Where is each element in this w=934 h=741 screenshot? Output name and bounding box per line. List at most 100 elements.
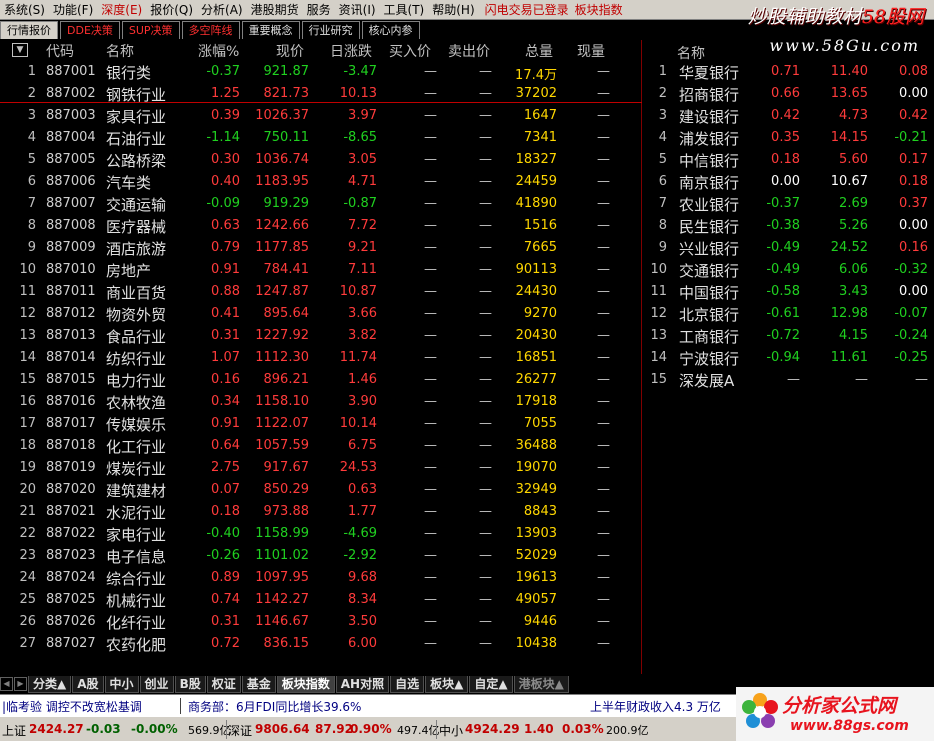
header-current-volume[interactable]: 现量 — [577, 41, 605, 61]
header-day-change[interactable]: 日涨跌 — [330, 41, 372, 61]
constituent-row[interactable]: 11 中国银行 -0.58 3.43 0.00 — [643, 282, 934, 304]
table-row[interactable]: 1 887001 银行类 -0.37 921.87 -3.47 — — 17.4万 — — [0, 62, 642, 84]
price: 1158.10 — [255, 394, 309, 409]
header-price[interactable]: 现价 — [276, 41, 304, 61]
table-row[interactable]: 3 887003 家具行业 0.39 1026.37 3.97 — — 1647 — — [0, 106, 642, 128]
sz-index-label[interactable]: 深证 — [228, 722, 252, 739]
table-row[interactable]: 9 887009 酒店旅游 0.79 1177.85 9.21 — — 7665 — — [0, 238, 642, 260]
menu-item[interactable]: 系统(S) — [0, 0, 49, 19]
menu-item[interactable]: 分析(A) — [197, 0, 247, 19]
bid-price: — — [424, 284, 437, 299]
table-row[interactable]: 18 887018 化工行业 0.64 1057.59 6.75 — — 36488 — — [0, 436, 642, 458]
menu-item[interactable]: 报价(Q) — [146, 0, 197, 19]
news-item[interactable]: 上半年财政收入4.3 万亿 — [590, 698, 721, 715]
table-row[interactable]: 21 887021 水泥行业 0.18 973.88 1.77 — — 8843 — — [0, 502, 642, 524]
table-row[interactable]: 6 887006 汽车类 0.40 1183.95 4.71 — — 24459 — — [0, 172, 642, 194]
constituent-row[interactable]: 8 民生银行 -0.38 5.26 0.00 — [643, 216, 934, 238]
constituent-row[interactable]: 7 农业银行 -0.37 2.69 0.37 — [643, 194, 934, 216]
top-tab[interactable]: 行情报价 — [0, 21, 58, 39]
header-change-pct[interactable]: 涨幅% — [198, 41, 239, 61]
menu-item[interactable]: 港股期货 — [247, 0, 303, 19]
day-change: -3.47 — [343, 64, 377, 79]
scroll-right-icon[interactable]: ▶ — [14, 677, 27, 691]
table-row[interactable]: 13 887013 食品行业 0.31 1227.92 3.82 — — 20430 — — [0, 326, 642, 348]
market-tab[interactable]: 板块▲ — [425, 675, 469, 693]
constituent-row[interactable]: 4 浦发银行 0.35 14.15 -0.21 — [643, 128, 934, 150]
zx-index-value: 4924.29 — [465, 722, 520, 736]
scroll-left-icon[interactable]: ◀ — [0, 677, 13, 691]
top-tab[interactable]: DDE决策 — [60, 21, 120, 39]
header-volume[interactable]: 总量 — [525, 41, 553, 61]
news-item[interactable]: 商务部：6月FDI同比增长39.6% — [188, 698, 361, 715]
top-tab[interactable]: SUP决策 — [121, 21, 180, 39]
header-name[interactable]: 名称 — [106, 41, 134, 61]
zx-index-label[interactable]: 中小 — [439, 722, 463, 739]
news-item[interactable]: |临考验 调控不改宽松基调 — [2, 698, 142, 715]
sort-down-icon[interactable]: ▼ — [12, 43, 28, 57]
header-code[interactable]: 代码 — [46, 41, 74, 61]
table-row[interactable]: 7 887007 交通运输 -0.09 919.29 -0.87 — — 41890 — — [0, 194, 642, 216]
menu-item[interactable]: 功能(F) — [49, 0, 97, 19]
table-row[interactable]: 10 887010 房地产 0.91 784.41 7.11 — — 90113 — — [0, 260, 642, 282]
menu-item[interactable]: 深度(E) — [97, 0, 146, 19]
constituent-row[interactable]: 3 建设银行 0.42 4.73 0.42 — [643, 106, 934, 128]
market-tab[interactable]: 创业 — [139, 675, 174, 693]
table-row[interactable]: 23 887023 电子信息 -0.26 1101.02 -2.92 — — 52029 — — [0, 546, 642, 568]
row-index: 8 — [27, 218, 36, 233]
bid-price: — — [424, 196, 437, 211]
menu-item[interactable]: 工具(T) — [380, 0, 429, 19]
constituent-row[interactable]: 9 兴业银行 -0.49 24.52 0.16 — [643, 238, 934, 260]
menu-item[interactable]: 服务 — [303, 0, 335, 19]
market-tab[interactable]: 中小 — [104, 675, 139, 693]
top-tab[interactable]: 核心内参 — [361, 21, 420, 39]
change-pct: -0.09 — [206, 196, 240, 211]
market-tab[interactable]: 自定▲ — [469, 675, 513, 693]
table-row[interactable]: 8 887008 医疗器械 0.63 1242.66 7.72 — — 1516 — — [0, 216, 642, 238]
table-row[interactable]: 22 887022 家电行业 -0.40 1158.99 -4.69 — — 13903 — — [0, 524, 642, 546]
market-tab[interactable]: 分类▲ — [28, 675, 72, 693]
market-tab[interactable]: 基金 — [241, 675, 276, 693]
top-tab[interactable]: 行业研究 — [301, 21, 360, 39]
header-ask[interactable]: 卖出价 — [448, 41, 490, 61]
table-row[interactable]: 26 887026 化纤行业 0.31 1146.67 3.50 — — 9446 — — [0, 612, 642, 634]
constituent-row[interactable]: 2 招商银行 0.66 13.65 0.00 — [643, 84, 934, 106]
market-tab[interactable]: B股 — [174, 675, 206, 693]
table-row[interactable]: 19 887019 煤炭行业 2.75 917.67 24.53 — — 19070 — — [0, 458, 642, 480]
top-tab[interactable]: 多空阵线 — [181, 21, 240, 39]
table-row[interactable]: 4 887004 石油行业 -1.14 750.11 -8.65 — — 7341 — — [0, 128, 642, 150]
table-row[interactable]: 12 887012 物资外贸 0.41 895.64 3.66 — — 9270 — — [0, 304, 642, 326]
constituent-row[interactable]: 1 华夏银行 0.71 11.40 0.08 — [643, 62, 934, 84]
table-row[interactable]: 11 887011 商业百货 0.88 1247.87 10.87 — — 24430 — — [0, 282, 642, 304]
market-tab[interactable]: 港板块▲ — [513, 675, 569, 693]
constituent-row[interactable]: 12 北京银行 -0.61 12.98 -0.07 — [643, 304, 934, 326]
status-divider — [226, 720, 227, 739]
market-tab[interactable]: 自选 — [390, 675, 425, 693]
table-row[interactable]: 27 887027 农药化肥 0.72 836.15 6.00 — — 10438 — — [0, 634, 642, 656]
market-tab[interactable]: A股 — [72, 675, 104, 693]
table-row[interactable]: 17 887017 传媒娱乐 0.91 1122.07 10.14 — — 7055 — — [0, 414, 642, 436]
constituent-row[interactable]: 13 工商银行 -0.72 4.15 -0.24 — [643, 326, 934, 348]
table-row[interactable]: 24 887024 综合行业 0.89 1097.95 9.68 — — 19613 — — [0, 568, 642, 590]
market-tab[interactable]: 权证 — [206, 675, 241, 693]
table-row[interactable]: 20 887020 建筑建材 0.07 850.29 0.63 — — 32949 — — [0, 480, 642, 502]
constituent-row[interactable]: 14 宁波银行 -0.94 11.61 -0.25 — [643, 348, 934, 370]
header-bid[interactable]: 买入价 — [389, 41, 431, 61]
table-row[interactable]: 15 887015 电力行业 0.16 896.21 1.46 — — 26277 — — [0, 370, 642, 392]
price: 5.26 — [839, 218, 868, 233]
table-row[interactable]: 2 887002 钢铁行业 1.25 821.73 10.13 — — 37202 — — [0, 84, 642, 106]
constituent-row[interactable]: 10 交通银行 -0.49 6.06 -0.32 — [643, 260, 934, 282]
market-tab[interactable]: AH对照 — [335, 675, 390, 693]
table-row[interactable]: 14 887014 纺织行业 1.07 1112.30 11.74 — — 16851 — — [0, 348, 642, 370]
table-row[interactable]: 16 887016 农林牧渔 0.34 1158.10 3.90 — — 17918 — — [0, 392, 642, 414]
table-row[interactable]: 25 887025 机械行业 0.74 1142.27 8.34 — — 49057 — — [0, 590, 642, 612]
constituent-row[interactable]: 6 南京银行 0.00 10.67 0.18 — [643, 172, 934, 194]
top-tab[interactable]: 重要概念 — [241, 21, 300, 39]
change-pct: 0.41 — [211, 306, 240, 321]
constituent-row[interactable]: 15 深发展A — — — — [643, 370, 934, 392]
constituent-row[interactable]: 5 中信银行 0.18 5.60 0.17 — [643, 150, 934, 172]
menu-item[interactable]: 帮助(H) — [428, 0, 478, 19]
market-tab[interactable]: 板块指数 — [276, 675, 335, 693]
menu-item[interactable]: 资讯(I) — [335, 0, 380, 19]
table-row[interactable]: 5 887005 公路桥梁 0.30 1036.74 3.05 — — 18327 — — [0, 150, 642, 172]
sh-index-label[interactable]: 上证 — [2, 722, 26, 739]
